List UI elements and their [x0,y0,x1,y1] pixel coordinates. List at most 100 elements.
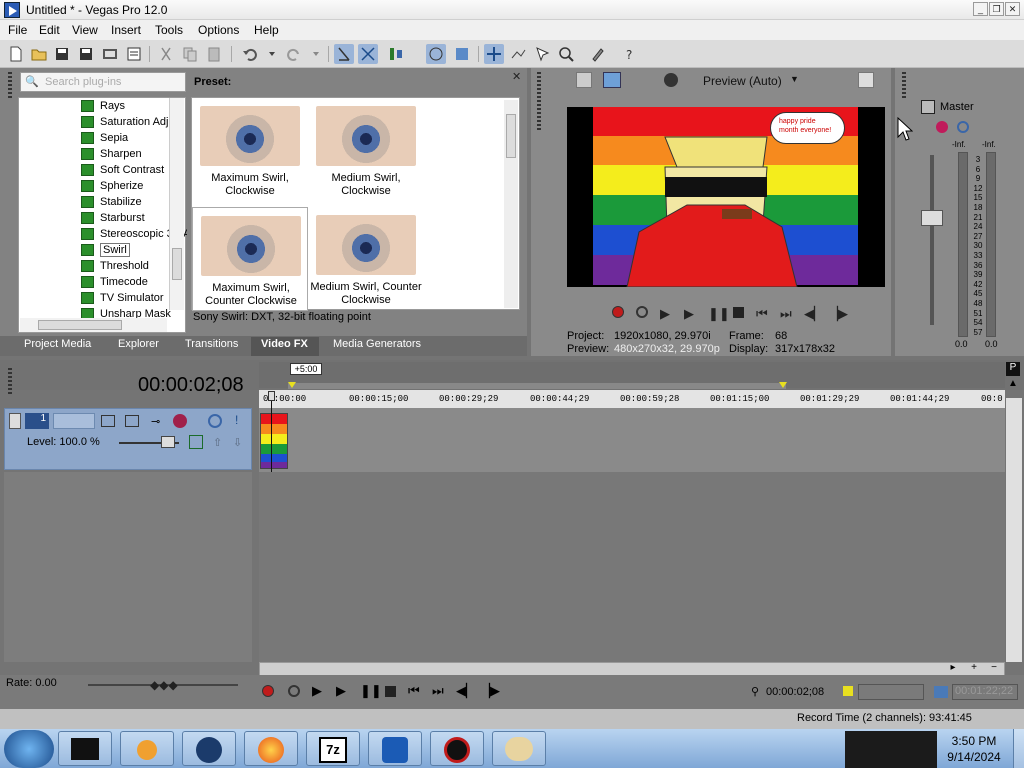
selection-start-field[interactable] [858,684,924,700]
render-as-icon[interactable] [100,44,120,64]
taskbar-app-recorder[interactable] [430,731,484,766]
minimize-button[interactable]: _ [973,2,988,16]
plugin-item-stereoscopic-3d[interactable]: Stereoscopic 3D A [59,226,187,242]
snapping-icon[interactable] [386,44,406,64]
ripple-edit-icon[interactable] [334,44,354,64]
timeline-horizontal-scrollbar[interactable] [259,662,1005,676]
tab-project-media[interactable]: Project Media [24,338,91,350]
play-from-start-icon[interactable]: ▶ [660,306,670,322]
show-desktop-button[interactable] [1013,729,1024,768]
scroll-right-icon[interactable]: ▸ [945,662,961,676]
taskbar-app-media-player[interactable] [120,731,174,766]
redo-icon[interactable] [284,44,304,64]
record-icon[interactable] [262,685,274,697]
chevron-down-icon[interactable]: ▼ [790,74,799,84]
master-properties-icon[interactable] [921,100,935,114]
next-frame-icon[interactable]: ▕▶ [480,683,500,699]
lock-envelopes-icon[interactable] [426,44,446,64]
plugin-item-swirl[interactable]: Swirl [59,242,187,258]
vegas-app-icon[interactable] [4,2,20,18]
composite-mode-icon[interactable] [125,415,139,427]
close-button[interactable]: ✕ [1005,2,1020,16]
track-name-field[interactable] [53,413,95,429]
zoom-tool-icon[interactable] [556,44,576,64]
go-to-end-icon[interactable]: ⏭ [432,683,444,699]
rate-slider[interactable]: ◆◆◆ [150,678,178,692]
plugin-item-soft-contrast[interactable]: Soft Contrast [59,162,187,178]
preview-quality-dropdown[interactable]: Preview (Auto) [703,74,782,88]
master-fx-icon[interactable] [936,121,948,133]
properties-icon[interactable] [124,44,144,64]
ignore-grouping-icon[interactable] [452,44,472,64]
taskbar-clock[interactable]: 3:50 PM 9/14/2024 [938,733,1010,765]
video-track-header[interactable]: 1 ⊸ ! Level: 100.0 % ⇧ ⇩ [4,408,252,470]
plugin-item-tv-simulator[interactable]: TV Simulator [59,290,187,306]
preset-scrollbar[interactable] [504,100,518,308]
tab-transitions[interactable]: Transitions [185,338,238,350]
previous-frame-icon[interactable]: ◀▏ [804,306,824,322]
menu-help[interactable]: Help [254,23,279,37]
play-from-start-icon[interactable]: ▶ [312,683,322,699]
plugin-item-stabilize[interactable]: Stabilize [59,194,187,210]
play-icon[interactable]: ▶ [336,683,346,699]
selection-end-field[interactable]: 00:01:22;22 [952,684,1018,700]
timeline-empty-area[interactable] [259,472,1005,662]
paste-icon[interactable] [204,44,224,64]
playhead-handle[interactable] [268,391,275,401]
taskbar-app-paint[interactable] [492,731,546,766]
start-button[interactable] [4,730,54,768]
undo-icon[interactable] [240,44,260,64]
go-to-end-icon[interactable]: ⏭ [780,306,792,322]
stop-icon[interactable] [733,307,744,318]
parent-track-icon[interactable] [189,435,203,449]
make-compositing-parent-icon[interactable]: ⇧ [213,436,222,449]
plugin-item-threshold[interactable]: Threshold [59,258,187,274]
tool-menu-icon[interactable]: P [1006,362,1020,376]
play-icon[interactable]: ▶ [684,306,694,322]
menu-insert[interactable]: Insert [111,23,141,37]
track-motion-icon[interactable] [101,415,115,427]
previous-frame-icon[interactable]: ◀▏ [456,683,476,699]
make-compositing-child-icon[interactable]: ⇩ [233,436,242,449]
preset-medium-swirl-counter-clockwise[interactable]: Medium Swirl, Counter Clockwise [308,207,424,311]
master-grip[interactable] [902,72,906,98]
open-folder-icon[interactable] [29,44,49,64]
level-slider[interactable] [161,436,175,448]
plugin-item-sharpen[interactable]: Sharpen [59,146,187,162]
cut-icon[interactable] [156,44,176,64]
track-automation-icon[interactable]: ⊸ [151,415,160,428]
plugin-item-unsharp-mask[interactable]: Unsharp Mask [59,306,187,318]
plugin-item-saturation-adjust[interactable]: Saturation Adjust [59,114,187,130]
plugin-search-input[interactable]: 🔍 Search plug-ins [20,72,186,92]
save-icon[interactable] [52,44,72,64]
whats-this-help-icon[interactable]: ? [620,44,640,64]
auto-crossfade-icon[interactable] [358,44,378,64]
taskbar-app-vegas[interactable] [368,731,422,766]
plugin-item-sepia[interactable]: Sepia [59,130,187,146]
menu-view[interactable]: View [72,23,98,37]
go-to-start-icon[interactable]: ⏮ [756,306,768,322]
go-to-start-icon[interactable]: ⏮ [408,683,420,699]
redo-dropdown-icon[interactable] [306,44,326,64]
video-clip[interactable] [260,413,288,469]
plugin-list-hscrollbar[interactable] [20,318,167,332]
new-file-icon[interactable] [6,44,26,64]
timeline-grip[interactable] [8,368,12,394]
record-icon[interactable] [612,306,624,318]
maximize-button[interactable]: ❐ [989,2,1004,16]
selection-tool-icon[interactable] [532,44,552,64]
plugin-item-rays[interactable]: Rays [59,98,187,114]
undo-dropdown-icon[interactable] [262,44,282,64]
mute-icon[interactable] [208,414,222,428]
preview-properties-icon[interactable] [576,72,592,88]
loop-end-marker[interactable] [779,382,787,388]
tab-media-generators[interactable]: Media Generators [333,338,421,350]
pane-close-icon[interactable]: ✕ [512,70,524,83]
loop-playback-icon[interactable] [636,306,648,318]
envelope-tool-icon[interactable] [508,44,528,64]
tab-video-fx[interactable]: Video FX [261,338,308,350]
timeline-vertical-scrollbar[interactable] [1006,398,1022,662]
taskbar-app-globe[interactable] [182,731,236,766]
taskbar-app-firefox[interactable] [244,731,298,766]
normal-edit-tool-icon[interactable] [484,44,504,64]
